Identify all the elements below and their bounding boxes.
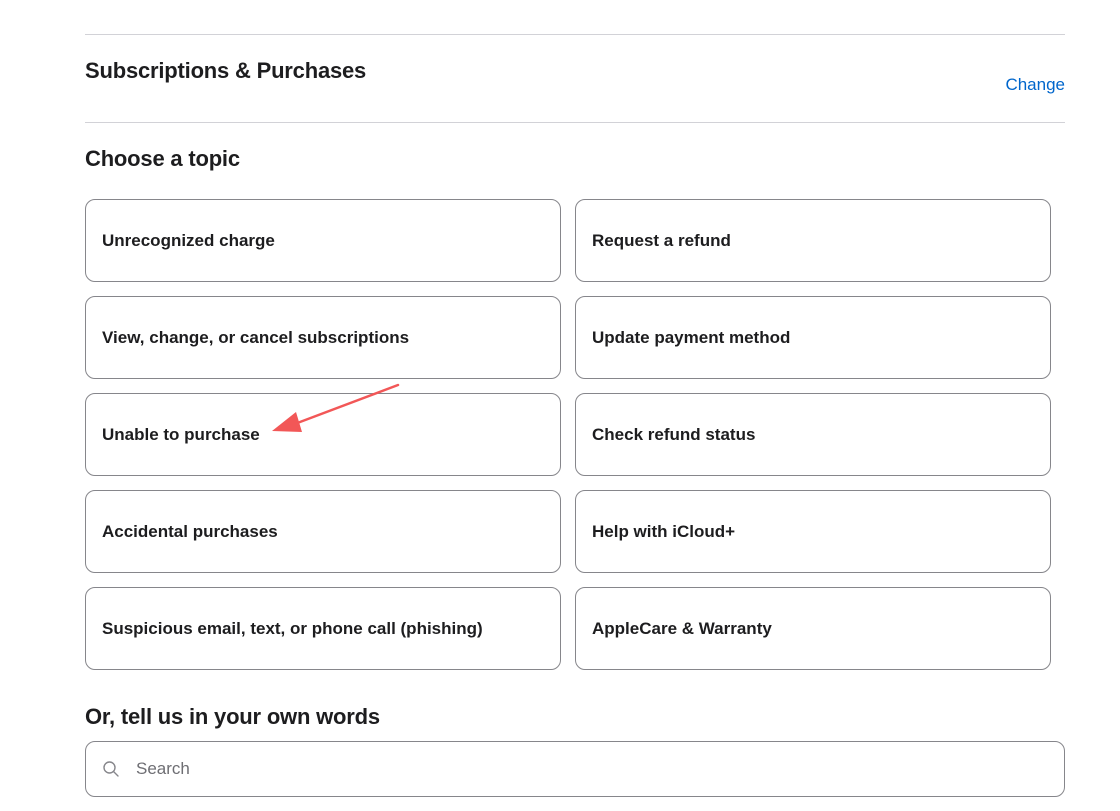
own-words-heading: Or, tell us in your own words [85, 704, 380, 729]
topic-card-check-refund-status[interactable]: Check refund status [575, 393, 1051, 476]
topic-label: Unrecognized charge [102, 230, 275, 250]
topic-label: AppleCare & Warranty [592, 618, 772, 638]
topic-label: Suspicious email, text, or phone call (p… [102, 618, 483, 638]
change-link[interactable]: Change [1005, 75, 1065, 95]
topic-label: Check refund status [592, 424, 756, 444]
topic-card-manage-subscriptions[interactable]: View, change, or cancel subscriptions [85, 296, 561, 379]
topic-label: Unable to purchase [102, 424, 260, 444]
product-title: Subscriptions & Purchases [85, 58, 367, 83]
topic-label: Update payment method [592, 327, 791, 347]
topic-label: Accidental purchases [102, 521, 278, 541]
section-divider [85, 122, 1065, 123]
topic-card-unable-to-purchase[interactable]: Unable to purchase [85, 393, 561, 476]
choose-topic-heading: Choose a topic [85, 146, 240, 171]
topic-card-request-refund[interactable]: Request a refund [575, 199, 1051, 282]
topic-card-accidental-purchases[interactable]: Accidental purchases [85, 490, 561, 573]
search-box[interactable] [85, 741, 1065, 797]
topic-label: Request a refund [592, 230, 731, 250]
topic-card-unrecognized-charge[interactable]: Unrecognized charge [85, 199, 561, 282]
topic-grid: Unrecognized charge Request a refund Vie… [85, 199, 1051, 670]
topic-card-applecare-warranty[interactable]: AppleCare & Warranty [575, 587, 1051, 670]
top-divider [85, 34, 1065, 35]
topic-label: Help with iCloud+ [592, 521, 736, 541]
search-icon [102, 760, 120, 778]
search-input[interactable] [134, 758, 1038, 780]
topic-card-icloud-plus[interactable]: Help with iCloud+ [575, 490, 1051, 573]
topic-card-phishing[interactable]: Suspicious email, text, or phone call (p… [85, 587, 561, 670]
topic-label: View, change, or cancel subscriptions [102, 327, 410, 347]
topic-card-update-payment[interactable]: Update payment method [575, 296, 1051, 379]
